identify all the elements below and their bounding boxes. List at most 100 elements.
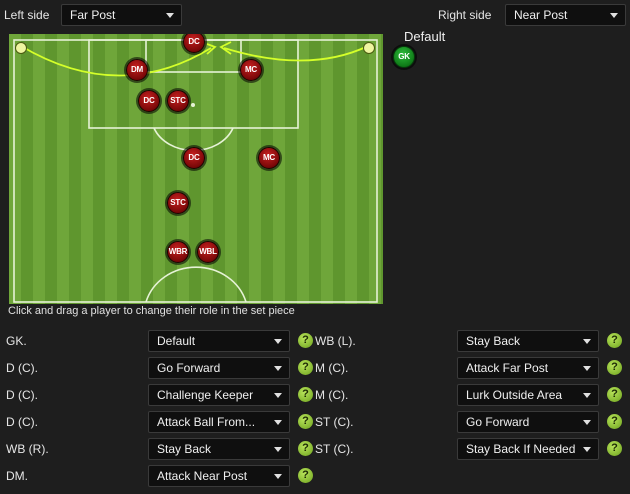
role-position-label: GK. [6, 334, 27, 348]
player-token-label: DC [188, 153, 200, 162]
role-position-label: D (C). [6, 361, 38, 375]
player-token-dc[interactable]: DC [138, 90, 160, 112]
role-select[interactable]: Go Forward [148, 357, 290, 379]
role-select-value: Go Forward [157, 361, 221, 375]
player-token-mc[interactable]: MC [240, 59, 262, 81]
chevron-down-icon [274, 393, 282, 398]
help-glyph: ? [302, 415, 309, 427]
chevron-down-icon [583, 447, 591, 452]
role-select-value: Default [157, 334, 196, 348]
chevron-down-icon [583, 366, 591, 371]
player-token-label: DM [130, 65, 144, 74]
role-select-value: Attack Ball From... [157, 415, 256, 429]
chevron-down-icon [166, 13, 174, 18]
help-glyph: ? [611, 388, 618, 400]
chevron-down-icon [610, 13, 618, 18]
role-position-label: D (C). [6, 388, 38, 402]
help-icon[interactable]: ? [607, 441, 622, 456]
role-position-label: DM. [6, 469, 28, 483]
goalkeeper-token[interactable]: GK [393, 46, 415, 68]
player-token-mc[interactable]: MC [258, 147, 280, 169]
role-select[interactable]: Attack Far Post [457, 357, 599, 379]
player-token-label: DC [188, 37, 200, 46]
role-position-label: M (C). [315, 361, 349, 375]
role-select[interactable]: Go Forward [457, 411, 599, 433]
player-token-label: MC [244, 65, 258, 74]
help-icon[interactable]: ? [298, 387, 313, 402]
help-glyph: ? [611, 442, 618, 454]
help-icon[interactable]: ? [298, 333, 313, 348]
player-token-label: WBR [168, 247, 188, 256]
chevron-down-icon [583, 339, 591, 344]
player-token-stc[interactable]: STC [167, 90, 189, 112]
chevron-down-icon [274, 474, 282, 479]
role-select-value: Attack Near Post [157, 469, 248, 483]
role-select[interactable]: Challenge Keeper [148, 384, 290, 406]
role-select-value: Stay Back [157, 442, 212, 456]
right-side-value: Near Post [514, 8, 568, 22]
help-glyph: ? [302, 469, 309, 481]
role-select-value: Lurk Outside Area [466, 388, 563, 402]
left-side-label: Left side [4, 8, 50, 22]
chevron-down-icon [274, 366, 282, 371]
player-token-label: MC [262, 153, 276, 162]
help-icon[interactable]: ? [607, 387, 622, 402]
help-glyph: ? [611, 361, 618, 373]
player-token-dm[interactable]: DM [126, 59, 148, 81]
help-glyph: ? [302, 442, 309, 454]
help-glyph: ? [302, 361, 309, 373]
chevron-down-icon [274, 339, 282, 344]
role-position-label: ST (C). [315, 442, 354, 456]
left-side-value: Far Post [70, 8, 116, 22]
role-select[interactable]: Attack Ball From... [148, 411, 290, 433]
player-token-wbr[interactable]: WBR [167, 241, 189, 263]
help-icon[interactable]: ? [298, 441, 313, 456]
help-glyph: ? [302, 388, 309, 400]
player-token-label: STC [170, 96, 186, 105]
role-position-label: ST (C). [315, 415, 354, 429]
player-token-wbl[interactable]: WBL [197, 241, 219, 263]
role-position-label: WB (L). [315, 334, 356, 348]
right-corner-marker[interactable] [363, 42, 375, 54]
pitch: DC DM MC DC STC DC MC STC WBR WBL [9, 34, 383, 305]
role-select[interactable]: Attack Near Post [148, 465, 290, 487]
player-token-label: WBL [199, 247, 217, 256]
right-side-label: Right side [438, 8, 492, 22]
role-select[interactable]: Default [148, 330, 290, 352]
right-side-select[interactable]: Near Post [505, 4, 626, 26]
role-select-value: Stay Back [466, 334, 521, 348]
pitch-markings [13, 39, 378, 303]
help-icon[interactable]: ? [298, 360, 313, 375]
role-position-label: M (C). [315, 388, 349, 402]
help-icon[interactable]: ? [607, 360, 622, 375]
role-position-label: WB (R). [6, 442, 49, 456]
gk-token-label: GK [398, 52, 410, 61]
player-token-label: DC [143, 96, 155, 105]
left-side-select[interactable]: Far Post [61, 4, 182, 26]
role-select-value: Attack Far Post [466, 361, 549, 375]
chevron-down-icon [274, 420, 282, 425]
chevron-down-icon [583, 420, 591, 425]
role-select[interactable]: Stay Back If Needed [457, 438, 599, 460]
role-select[interactable]: Stay Back [148, 438, 290, 460]
role-select-value: Go Forward [466, 415, 530, 429]
help-glyph: ? [611, 415, 618, 427]
role-position-label: D (C). [6, 415, 38, 429]
help-icon[interactable]: ? [298, 468, 313, 483]
player-token-dc[interactable]: DC [183, 147, 205, 169]
help-icon[interactable]: ? [607, 414, 622, 429]
help-glyph: ? [302, 334, 309, 346]
role-select[interactable]: Lurk Outside Area [457, 384, 599, 406]
help-icon[interactable]: ? [607, 333, 622, 348]
player-token-label: STC [170, 198, 186, 207]
left-corner-marker[interactable] [15, 42, 27, 54]
default-formation-label: Default [404, 29, 446, 44]
player-token-stc[interactable]: STC [167, 192, 189, 214]
help-glyph: ? [611, 334, 618, 346]
chevron-down-icon [583, 393, 591, 398]
pitch-hint-text: Click and drag a player to change their … [8, 305, 295, 317]
role-select[interactable]: Stay Back [457, 330, 599, 352]
chevron-down-icon [274, 447, 282, 452]
help-icon[interactable]: ? [298, 414, 313, 429]
role-select-value: Challenge Keeper [157, 388, 254, 402]
